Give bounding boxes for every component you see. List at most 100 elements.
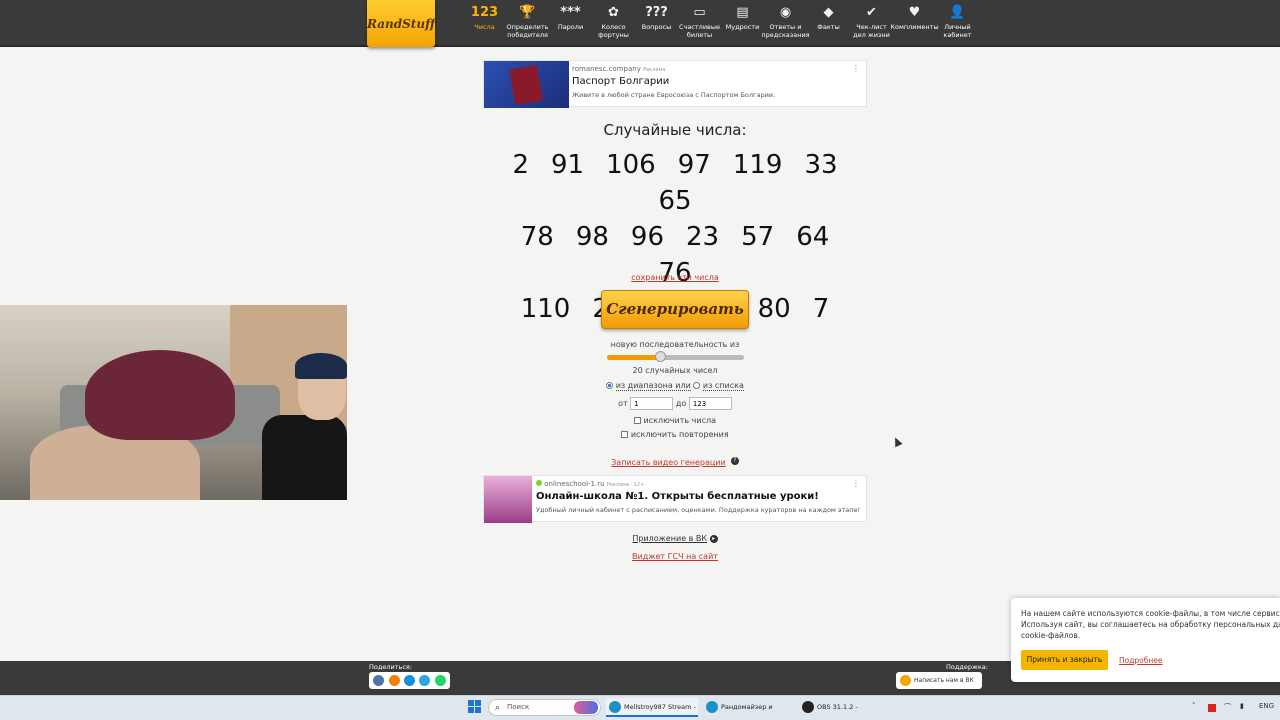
ad-banner-bottom[interactable]: onlineschool-1.ru Реклама · 12+ Онлайн-ш…: [483, 475, 867, 523]
random-number: 110: [520, 294, 571, 324]
trophy-icon: 🏆: [519, 5, 536, 20]
edge-icon: [609, 701, 621, 713]
vk-app-link[interactable]: Приложение в ВК: [632, 534, 707, 543]
cookie-more-link[interactable]: Подробнее: [1119, 656, 1163, 665]
vk-app-row: Приложение в ВК ▸: [483, 534, 867, 543]
share-buttons: [369, 672, 450, 689]
nav-item-wisdom[interactable]: ▤ Мудрости: [721, 4, 764, 39]
random-number: 97: [677, 150, 711, 180]
random-number: 91: [550, 150, 585, 180]
help-icon[interactable]: ?: [730, 456, 739, 465]
telegram-share-icon[interactable]: [419, 675, 431, 686]
checklist-icon: ✔: [866, 5, 877, 20]
random-number: 96: [630, 222, 664, 252]
nav-item-checklist[interactable]: ✔ Чек-лист дел жизни: [850, 4, 893, 39]
more-icon[interactable]: ⋮: [852, 479, 860, 488]
random-number: 33: [804, 150, 838, 180]
range-radio[interactable]: [606, 382, 614, 389]
share-label: Поделиться:: [369, 663, 413, 671]
random-number: 78: [520, 222, 554, 252]
vk-share-icon[interactable]: [373, 675, 385, 686]
wifi-icon[interactable]: ⌒: [1224, 702, 1231, 712]
save-numbers-link[interactable]: сохранить эти числа: [631, 273, 719, 282]
support-button-label: Написать нам в ВК: [914, 677, 974, 684]
count-slider[interactable]: [607, 351, 744, 362]
accept-cookies-button[interactable]: Принять и закрыть: [1021, 650, 1108, 670]
nav-label: Колесо фортуны: [598, 23, 629, 39]
ok-share-icon[interactable]: [388, 675, 400, 686]
nav-item-numbers[interactable]: 123 Числа: [463, 4, 506, 39]
whatsapp-share-icon[interactable]: [434, 675, 446, 686]
search-highlight-icon: [574, 701, 598, 714]
nav-item-tickets[interactable]: ▭ Счастливые билеты: [678, 4, 721, 39]
cookie-text-line: Используя сайт, вы соглашаетесь на обраб…: [1021, 620, 1280, 629]
question-icon: ???: [645, 5, 668, 20]
password-icon: ***: [560, 5, 581, 20]
nav-item-compliments[interactable]: ♥ Комплименты: [890, 4, 939, 39]
passport-image: [509, 64, 543, 106]
nav-item-facts[interactable]: ◆ Факты: [807, 4, 850, 39]
heart-icon: ♥: [908, 5, 921, 20]
nav-item-questions[interactable]: ??? Вопросы: [635, 4, 678, 39]
ad-title: Онлайн-школа №1. Открыты бесплатные урок…: [536, 491, 819, 502]
taskbar-search[interactable]: ⌕ Поиск: [488, 699, 601, 716]
nav-item-wheel[interactable]: ✿ Колесо фортуны: [592, 4, 635, 39]
exclude-numbers-label[interactable]: исключить числа: [644, 416, 716, 425]
from-input[interactable]: [630, 397, 674, 410]
to-input[interactable]: [688, 397, 732, 410]
webcam-cap: [295, 353, 347, 379]
ad-description: Удобный личный кабинет с расписанием, оц…: [536, 506, 861, 514]
random-number: 7: [812, 294, 830, 324]
from-label: от: [618, 399, 628, 408]
windows-start-icon[interactable]: [468, 700, 481, 713]
tray-chevron-icon[interactable]: ˄: [1192, 702, 1196, 710]
tray-app-icon[interactable]: [1208, 704, 1216, 712]
more-icon[interactable]: ⋮: [852, 64, 860, 73]
support-button[interactable]: Написать нам в ВК: [896, 672, 982, 689]
cookie-banner: На нашем сайте используются cookie-файлы…: [1011, 598, 1280, 682]
list-radio-label[interactable]: из списка: [702, 381, 744, 391]
random-number: 98: [575, 222, 609, 252]
record-video-link[interactable]: Записать видео генерации: [611, 458, 726, 467]
nav-item-passwords[interactable]: *** Пароли: [549, 4, 592, 39]
ad-description: Живите в любой стране Евросоюза с Паспор…: [572, 91, 776, 99]
nav-item-answers[interactable]: ◉ Ответы и предсказания: [761, 4, 809, 39]
nav-label: Комплименты: [890, 23, 939, 31]
taskbar-app-edge-stream[interactable]: Mellstroy987 Stream - V: [606, 698, 698, 717]
ad-banner-top[interactable]: romanesc.company Реклама Паспорт Болгари…: [483, 60, 867, 108]
exclude-repeats-label[interactable]: исключить повторения: [631, 430, 729, 439]
mic-icon[interactable]: ▮: [1240, 702, 1244, 710]
sequence-label: новую последовательность из: [610, 340, 740, 349]
exclude-repeats-checkbox[interactable]: [621, 431, 629, 438]
widget-link[interactable]: Виджет ГСЧ на сайт: [632, 552, 718, 561]
book-icon: ▤: [736, 5, 749, 20]
task-label: OBS 31.1.2 - Профиль: E: [817, 703, 858, 711]
nav-item-account[interactable]: 👤 Личный кабинет: [936, 4, 979, 39]
randstuff-logo[interactable]: RandStuff: [367, 0, 435, 47]
nav-label: Мудрости: [725, 23, 760, 31]
mailru-share-icon[interactable]: [403, 675, 415, 686]
edge-icon: [706, 701, 718, 713]
taskbar-app-obs[interactable]: OBS 31.1.2 - Профиль: E: [799, 698, 891, 717]
nav-item-winner[interactable]: 🏆 Определить победителя: [506, 4, 549, 39]
generate-button[interactable]: Сгенерировать: [601, 290, 749, 329]
search-placeholder: Поиск: [507, 703, 530, 711]
mouse-cursor: [891, 435, 903, 448]
list-radio[interactable]: [693, 382, 701, 389]
random-number: 106: [606, 150, 656, 180]
language-indicator[interactable]: ENG: [1259, 702, 1274, 710]
nav-label: Вопросы: [641, 23, 672, 31]
logo-text: RandStuff: [367, 16, 435, 31]
numbers-icon: 123: [470, 5, 499, 20]
ad-source: onlineschool-1.ru Реклама · 12+: [536, 480, 644, 488]
ad-source: romanesc.company Реклама: [572, 65, 666, 73]
source-options: из диапазона или из списка: [483, 381, 867, 391]
cookie-text-line: cookie-файлов.: [1021, 631, 1081, 640]
slider-handle[interactable]: [655, 351, 667, 362]
range-radio-label[interactable]: из диапазона или: [615, 381, 691, 391]
exclude-numbers-checkbox[interactable]: [633, 417, 641, 424]
to-label: до: [675, 399, 687, 408]
ad-image: [484, 61, 569, 108]
ad-image: [484, 476, 532, 523]
taskbar-app-edge-randomizer[interactable]: Рандомайзер и генера: [703, 698, 795, 717]
